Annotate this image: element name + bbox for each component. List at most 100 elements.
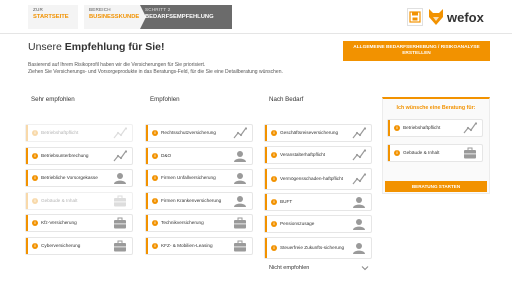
- as-needed-card[interactable]: i Geschäftsreiseversicherung: [264, 124, 372, 142]
- drag-handle[interactable]: [388, 145, 390, 161]
- drag-handle[interactable]: [146, 192, 148, 209]
- briefcase-icon: [464, 147, 476, 159]
- info-icon[interactable]: i: [152, 175, 158, 181]
- consultation-item-card[interactable]: i Betriebshaftpflicht: [387, 119, 483, 137]
- info-icon[interactable]: i: [271, 199, 277, 205]
- person-icon: [234, 195, 246, 207]
- as-needed-card[interactable]: i Steuerfreie Zukunfts-sicherung: [264, 237, 372, 259]
- person-icon: [114, 173, 126, 184]
- breadcrumb-step-label: Bedarfsempfehlung: [145, 13, 214, 20]
- strongly-recommended-card[interactable]: i Betriebliche Vorsorgekasse: [25, 169, 133, 187]
- breadcrumb-start-label: Startseite: [33, 13, 69, 20]
- drag-handle[interactable]: [388, 120, 390, 136]
- breadcrumb-step-small: Schritt 2: [145, 7, 171, 12]
- drag-handle[interactable]: [146, 125, 148, 141]
- breadcrumb-area[interactable]: Bereich Businesskunde: [84, 5, 146, 29]
- consultation-panel[interactable]: Ich wünsche eine Beratung für: i Betriebs…: [382, 97, 490, 194]
- info-icon[interactable]: i: [152, 130, 158, 136]
- recommended-card[interactable]: i KFZ- & Mobilien-Leasing: [145, 236, 253, 255]
- strongly-recommended-card[interactable]: i Cyberversicherung: [25, 236, 133, 255]
- drag-handle[interactable]: [265, 194, 267, 210]
- recommended-card[interactable]: i Rechtsschutzversicherung: [145, 124, 253, 142]
- person-icon: [353, 197, 365, 208]
- info-icon[interactable]: i: [32, 175, 38, 181]
- save-icon[interactable]: [407, 8, 423, 26]
- drag-handle[interactable]: [26, 237, 28, 254]
- info-icon[interactable]: i: [394, 125, 400, 131]
- consultation-item-card[interactable]: i Gebäude & Inhalt: [387, 144, 483, 162]
- page-title-bold: Empfehlung für Sie!: [64, 41, 165, 53]
- as-needed-card[interactable]: i Veranstalterhaftpflicht: [264, 146, 372, 164]
- chart-icon: [113, 127, 127, 139]
- info-icon[interactable]: i: [271, 152, 277, 158]
- brand-logo[interactable]: wefox: [428, 6, 484, 28]
- strongly-recommended-card[interactable]: i Kfz-Versicherung: [25, 214, 133, 232]
- briefcase-icon: [114, 240, 126, 251]
- briefcase-icon: [114, 195, 126, 206]
- info-icon[interactable]: i: [271, 176, 277, 182]
- recommended-card[interactable]: i Firmen Krankenversicherung: [145, 191, 253, 210]
- fox-logo-icon: [429, 9, 443, 25]
- breadcrumb-start[interactable]: Zur Startseite: [28, 5, 78, 29]
- drag-handle[interactable]: [146, 170, 148, 186]
- drag-handle[interactable]: [146, 237, 148, 254]
- drag-handle[interactable]: [265, 169, 267, 189]
- not-recommended-toggle[interactable]: Nicht empfohlen: [269, 265, 309, 271]
- drag-handle[interactable]: [146, 147, 148, 164]
- info-icon[interactable]: i: [152, 220, 158, 226]
- strongly-recommended-card[interactable]: i Betriebshaftpflicht: [25, 124, 133, 142]
- card-label: Geschäftsreiseversicherung: [280, 130, 339, 136]
- info-icon[interactable]: i: [152, 152, 158, 159]
- info-icon[interactable]: i: [271, 221, 277, 227]
- strongly-recommended-card[interactable]: i Betriebsunterbrechung: [25, 146, 133, 165]
- strongly-recommended-card[interactable]: i Gebäude & Inhalt: [25, 191, 133, 210]
- info-icon[interactable]: i: [32, 197, 38, 204]
- chevron-down-icon[interactable]: [361, 265, 369, 271]
- info-icon[interactable]: i: [32, 220, 38, 226]
- drag-handle[interactable]: [265, 216, 267, 232]
- person-icon: [234, 150, 246, 162]
- info-icon[interactable]: i: [152, 197, 158, 204]
- info-icon[interactable]: i: [271, 245, 277, 251]
- card-label: Gebäude & Inhalt: [41, 197, 78, 203]
- column-heading-strongly-recommended: Sehr empfohlen: [31, 96, 75, 103]
- chart-icon: [113, 149, 127, 161]
- recommended-card[interactable]: i Firmen Unfallversicherung: [145, 169, 253, 187]
- as-needed-card[interactable]: i Pensionszusage: [264, 215, 372, 233]
- card-label: Technikversicherung: [161, 220, 204, 226]
- breadcrumb-step: Schritt 2 Bedarfsempfehlung: [140, 5, 232, 29]
- info-icon[interactable]: i: [152, 242, 158, 249]
- drag-handle[interactable]: [26, 147, 28, 164]
- page-title: Unsere Empfehlung für Sie!: [28, 41, 165, 53]
- as-needed-card[interactable]: i Vermögensschaden-haftpflicht: [264, 168, 372, 190]
- drag-handle[interactable]: [265, 147, 267, 163]
- card-label: Steuerfreie Zukunfts-sicherung: [280, 245, 345, 251]
- card-label: Vermögensschaden-haftpflicht: [280, 176, 344, 182]
- start-consultation-button[interactable]: Beratung starten: [385, 181, 487, 192]
- drag-handle[interactable]: [265, 238, 267, 258]
- info-icon[interactable]: i: [32, 242, 38, 249]
- recommended-card[interactable]: i D&O: [145, 146, 253, 165]
- risk-analysis-button[interactable]: Allgemeine Bedarfserhebung / Risikoanaly…: [343, 41, 490, 61]
- info-icon[interactable]: i: [32, 130, 38, 136]
- briefcase-icon: [234, 240, 246, 251]
- info-icon[interactable]: i: [32, 152, 38, 159]
- drag-handle[interactable]: [26, 192, 28, 209]
- card-label: Kfz-Versicherung: [41, 220, 77, 226]
- intro-line-2: Ziehen Sie Versicherungs- und Vorsorgepr…: [28, 69, 283, 75]
- as-needed-card[interactable]: i BUFT: [264, 193, 372, 211]
- card-label: Betriebshaftpflicht: [41, 130, 79, 136]
- drag-handle[interactable]: [26, 215, 28, 231]
- card-label: Betriebsunterbrechung: [41, 152, 89, 158]
- card-label: Pensionszusage: [280, 221, 315, 227]
- brand-name: wefox: [447, 9, 484, 25]
- drag-handle[interactable]: [265, 125, 267, 141]
- info-icon[interactable]: i: [271, 130, 277, 136]
- info-icon[interactable]: i: [394, 150, 400, 156]
- recommended-card[interactable]: i Technikversicherung: [145, 214, 253, 232]
- card-label: KFZ- & Mobilien-Leasing: [161, 242, 213, 248]
- drag-handle[interactable]: [146, 215, 148, 231]
- drag-handle[interactable]: [26, 170, 28, 186]
- drag-handle[interactable]: [26, 125, 28, 141]
- consultation-title: Ich wünsche eine Beratung für:: [396, 105, 476, 111]
